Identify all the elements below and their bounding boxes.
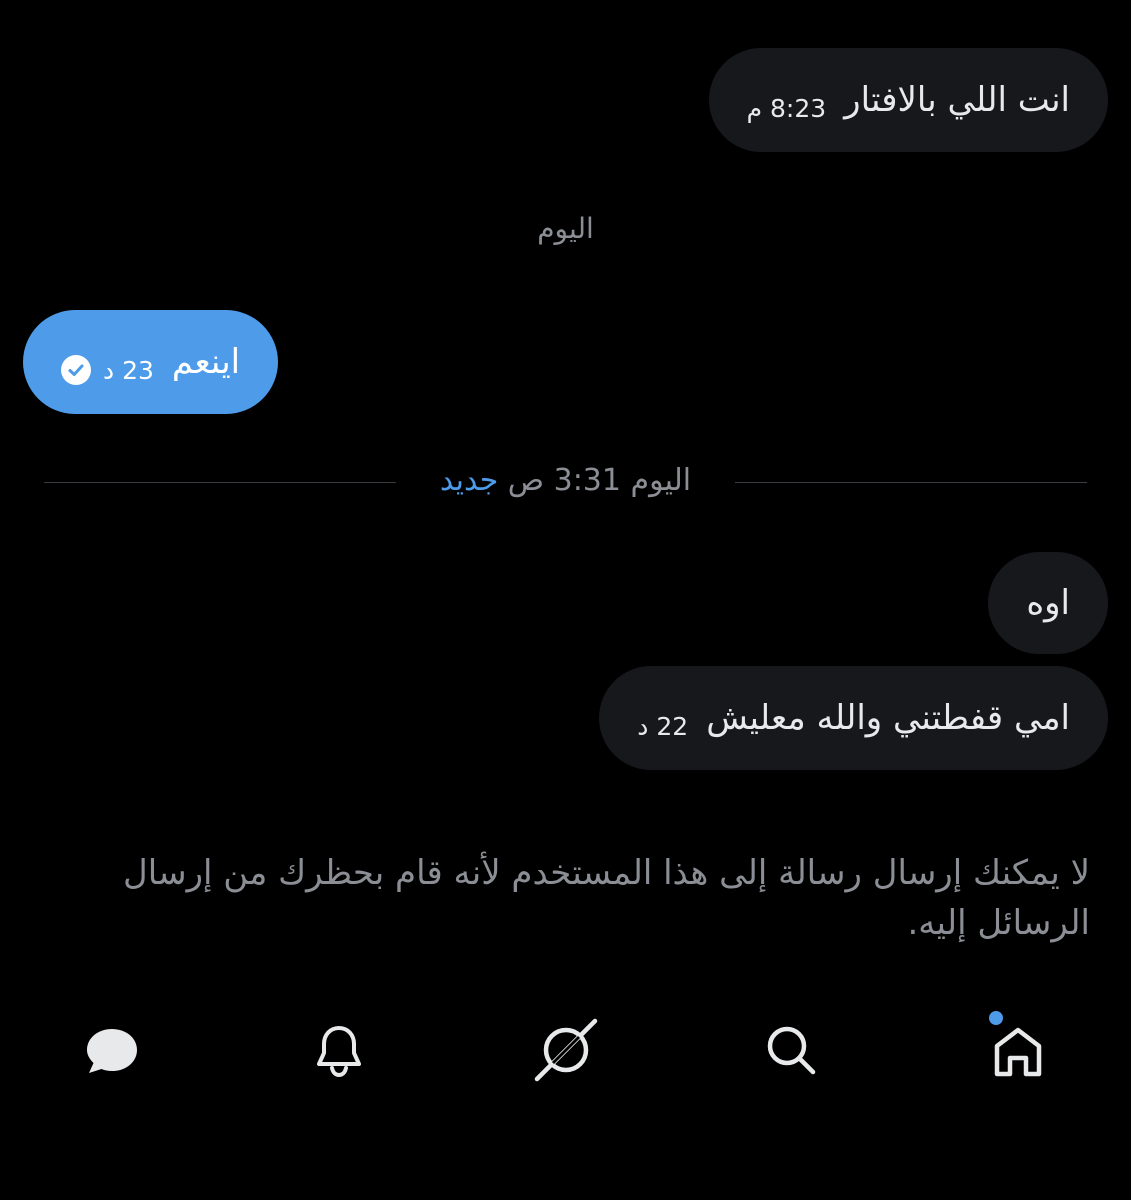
read-check-icon — [61, 355, 91, 385]
bottom-nav — [0, 1005, 1131, 1095]
messages-icon — [87, 1029, 137, 1073]
blocked-notice: لا يمكنك إرسال رسالة إلى هذا المستخدم لأ… — [123, 853, 1090, 943]
new-divider-line-right — [735, 482, 1087, 483]
day-separator: اليوم — [537, 212, 594, 245]
message-bubble-sent[interactable]: اينعم 23 د — [23, 310, 279, 414]
message-text: اوه — [1026, 583, 1070, 623]
search-icon — [767, 1026, 816, 1075]
notifications-icon — [317, 1026, 361, 1078]
new-messages-divider: اليوم 3:31 ص جديد — [400, 463, 731, 498]
nav-grok[interactable] — [531, 1015, 601, 1085]
new-label: جديد — [439, 463, 499, 498]
new-divider-timestamp: اليوم 3:31 ص — [507, 463, 692, 498]
home-icon — [994, 1027, 1042, 1077]
new-divider-line-left — [44, 482, 396, 483]
message-timestamp: 23 د — [103, 355, 154, 385]
nav-search[interactable] — [756, 1015, 826, 1085]
nav-home[interactable] — [983, 1011, 1053, 1085]
grok-icon — [534, 1018, 598, 1082]
message-timestamp: 22 د — [637, 711, 689, 741]
message-bubble-received[interactable]: امي قفطتني والله معليش 22 د — [599, 666, 1108, 770]
message-bubble-received[interactable]: اوه — [988, 552, 1108, 654]
message-text: امي قفطتني والله معليش — [706, 698, 1070, 738]
nav-messages[interactable] — [77, 1015, 147, 1085]
message-text: اينعم — [171, 342, 241, 382]
message-text: انت اللي بالافتار — [844, 80, 1070, 120]
home-notification-dot — [989, 1011, 1003, 1025]
message-timestamp: 8:23 م — [746, 93, 827, 123]
nav-notifications[interactable] — [304, 1015, 374, 1085]
message-bubble-received[interactable]: انت اللي بالافتار 8:23 م — [708, 48, 1108, 152]
